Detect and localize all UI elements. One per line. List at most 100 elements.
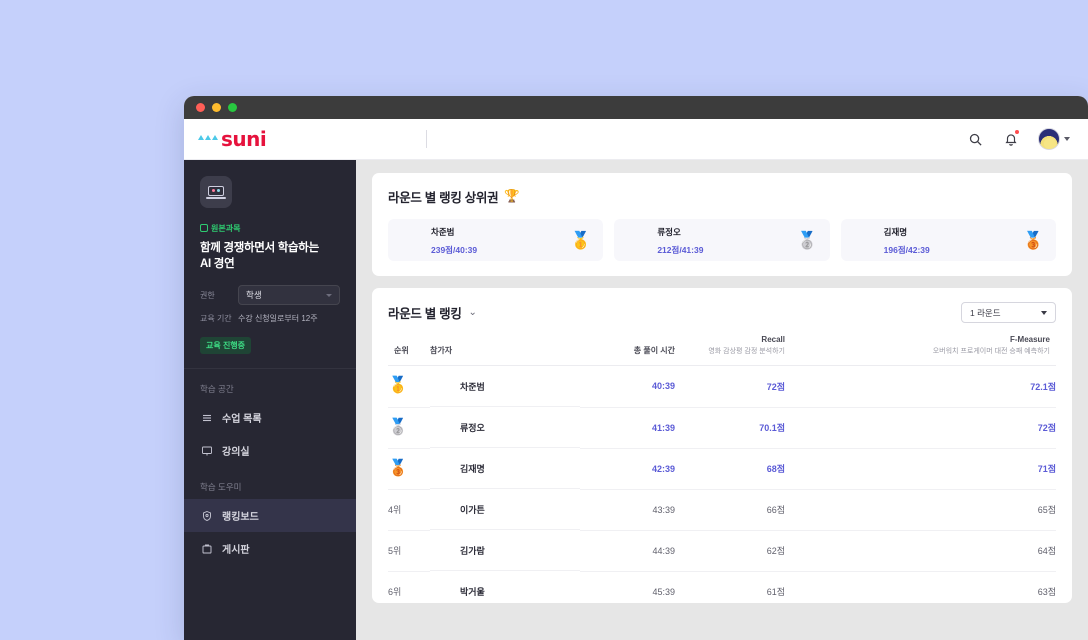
table-row[interactable]: 6위 박거울 45:39 61점 63점 <box>388 571 1056 603</box>
laptop-icon <box>206 185 226 199</box>
window-minimize-button[interactable] <box>212 103 221 112</box>
logo[interactable]: suni <box>184 129 356 149</box>
top-ranking-title-text: 라운드 별 랭킹 상위권 <box>388 191 499 205</box>
course-title-line1: 함께 경쟁하면서 학습하는 <box>200 241 319 254</box>
cell-time: 41:39 <box>580 407 675 449</box>
ranking-table-title: 라운드 별 랭킹 <box>388 307 462 321</box>
sidebar-item-rankingboard[interactable]: 랭킹보드 <box>184 499 356 533</box>
app-topbar: suni <box>184 119 1088 160</box>
cell-participant: 김가람 <box>430 530 580 571</box>
period-value: 수강 신청일로부터 12주 <box>238 314 318 324</box>
podium-score: 212점/41:39 <box>657 245 704 255</box>
participant-name: 차준범 <box>460 381 485 392</box>
cell-rank: 🥇 <box>388 365 430 408</box>
course-source-badge: 원본과목 <box>200 223 240 234</box>
participant-name: 김재명 <box>460 463 485 474</box>
cell-fmeasure: 71점 <box>785 448 1056 490</box>
table-row[interactable]: 🥇 차준범 40:39 72점 72.1점 <box>388 365 1056 408</box>
cell-time: 43:39 <box>580 489 675 531</box>
window-titlebar <box>184 96 1088 119</box>
sidebar: 원본과목 함께 경쟁하면서 학습하는 AI 경연 권한 학생 교육 기간 수강 … <box>184 160 356 640</box>
col-header-participant: 참가자 <box>430 335 580 366</box>
cell-recall: 72점 <box>675 365 785 408</box>
top-ranking-title: 라운드 별 랭킹 상위권 🏆 <box>388 187 1056 206</box>
participant-name: 박거울 <box>460 586 485 597</box>
sidebar-item-classroom[interactable]: 강의실 <box>184 434 356 467</box>
podium-item[interactable]: 류정오 212점/41:39 🥈 <box>614 219 830 261</box>
participant-name: 이가튼 <box>460 504 485 515</box>
cell-participant: 이가튼 <box>430 489 580 530</box>
avatar <box>430 580 452 602</box>
main-content: 라운드 별 랭킹 상위권 🏆 차준범 239점/40:39 🥇 류정오 212점/41:… <box>356 160 1088 640</box>
sidebar-item-label: 강의실 <box>222 447 250 459</box>
cell-time: 42:39 <box>580 448 675 490</box>
cell-rank: 🥉 <box>388 448 430 490</box>
podium-list: 차준범 239점/40:39 🥇 류정오 212점/41:39 🥈 김재명 196점/42:3… <box>388 219 1056 261</box>
app-window: suni 원본과목 함께 경쟁하면서 학습하는 AI 경연 권한 학생 교육 기… <box>184 96 1088 640</box>
table-row[interactable]: 🥉 김재명 42:39 68점 71점 <box>388 448 1056 490</box>
cell-recall: 62점 <box>675 530 785 572</box>
monitor-icon <box>200 444 213 457</box>
ranking-table-header: 라운드 별 랭킹 ⌄ 1 라운드 <box>388 302 1056 323</box>
medal-icon: 🥉 <box>1022 230 1044 250</box>
podium-name: 류정오 <box>657 227 681 237</box>
sidebar-item-label: 게시판 <box>222 545 250 557</box>
medal-icon: 🥈 <box>796 230 818 250</box>
cell-fmeasure: 72점 <box>785 407 1056 449</box>
chevron-down-icon <box>1041 310 1047 315</box>
role-select-value: 학생 <box>246 290 262 301</box>
podium-item[interactable]: 김재명 196점/42:39 🥉 <box>840 219 1056 261</box>
cell-recall: 61점 <box>675 571 785 603</box>
cell-participant: 류정오 <box>430 407 580 448</box>
podium-item[interactable]: 차준범 239점/40:39 🥇 <box>388 219 604 261</box>
cell-time: 45:39 <box>580 571 675 603</box>
podium-name: 차준범 <box>431 227 455 237</box>
sidebar-item-class-list[interactable]: 수업 목록 <box>184 401 356 434</box>
avatar <box>430 498 452 520</box>
cell-participant: 박거울 <box>430 571 580 603</box>
logo-triangles-icon <box>198 135 218 140</box>
sidebar-section-label-1: 학습 도우미 <box>200 482 242 493</box>
table-row[interactable]: 5위 김가람 44:39 62점 64점 <box>388 530 1056 572</box>
cell-recall: 66점 <box>675 489 785 531</box>
cell-rank: 🥈 <box>388 407 430 449</box>
col-header-time: 총 풀이 시간 <box>580 335 675 366</box>
medal-icon: 🥈 <box>388 418 408 436</box>
podium-score: 196점/42:39 <box>883 245 930 255</box>
period-row: 교육 기간 수강 신청일로부터 12주 <box>200 313 340 324</box>
table-row[interactable]: 4위 이가튼 43:39 66점 65점 <box>388 489 1056 531</box>
round-select-value: 1 라운드 <box>970 307 1001 318</box>
ranking-table-card: 라운드 별 랭킹 ⌄ 1 라운드 순위 참가자 총 풀이 시간 Recall 영… <box>372 288 1072 603</box>
avatar <box>430 416 452 438</box>
list-icon <box>200 411 213 424</box>
avatar <box>626 229 648 251</box>
cell-rank: 6위 <box>388 571 430 603</box>
search-icon[interactable] <box>966 130 984 148</box>
source-square-icon <box>200 224 208 232</box>
medal-icon: 🥇 <box>388 377 408 395</box>
podium-info: 류정오 212점/41:39 <box>657 222 703 258</box>
avatar <box>430 457 452 479</box>
cell-time: 40:39 <box>580 365 675 408</box>
col-header-rank: 순위 <box>388 335 430 366</box>
course-title: 함께 경쟁하면서 학습하는 AI 경연 <box>200 240 340 273</box>
cell-fmeasure: 64점 <box>785 530 1056 572</box>
chevron-down-icon[interactable]: ⌄ <box>469 307 477 318</box>
round-select[interactable]: 1 라운드 <box>961 302 1056 323</box>
role-select[interactable]: 학생 <box>238 285 340 306</box>
sidebar-item-label: 랭킹보드 <box>222 512 259 524</box>
window-close-button[interactable] <box>196 103 205 112</box>
avatar <box>400 229 422 251</box>
table-header-row: 순위 참가자 총 풀이 시간 Recall 영화 감상평 감정 분석하기 F-M… <box>388 335 1056 366</box>
ranking-table: 순위 참가자 총 풀이 시간 Recall 영화 감상평 감정 분석하기 F-M… <box>388 335 1056 603</box>
avatar <box>430 539 452 561</box>
sidebar-item-board[interactable]: 게시판 <box>184 532 356 565</box>
bell-icon[interactable] <box>1002 130 1020 148</box>
cell-time: 44:39 <box>580 530 675 572</box>
cell-fmeasure: 72.1점 <box>785 365 1056 408</box>
window-maximize-button[interactable] <box>228 103 237 112</box>
table-row[interactable]: 🥈 류정오 41:39 70.1점 72점 <box>388 407 1056 449</box>
role-label: 권한 <box>200 290 215 300</box>
user-avatar-menu[interactable] <box>1038 128 1070 150</box>
clipboard-icon <box>200 542 213 555</box>
